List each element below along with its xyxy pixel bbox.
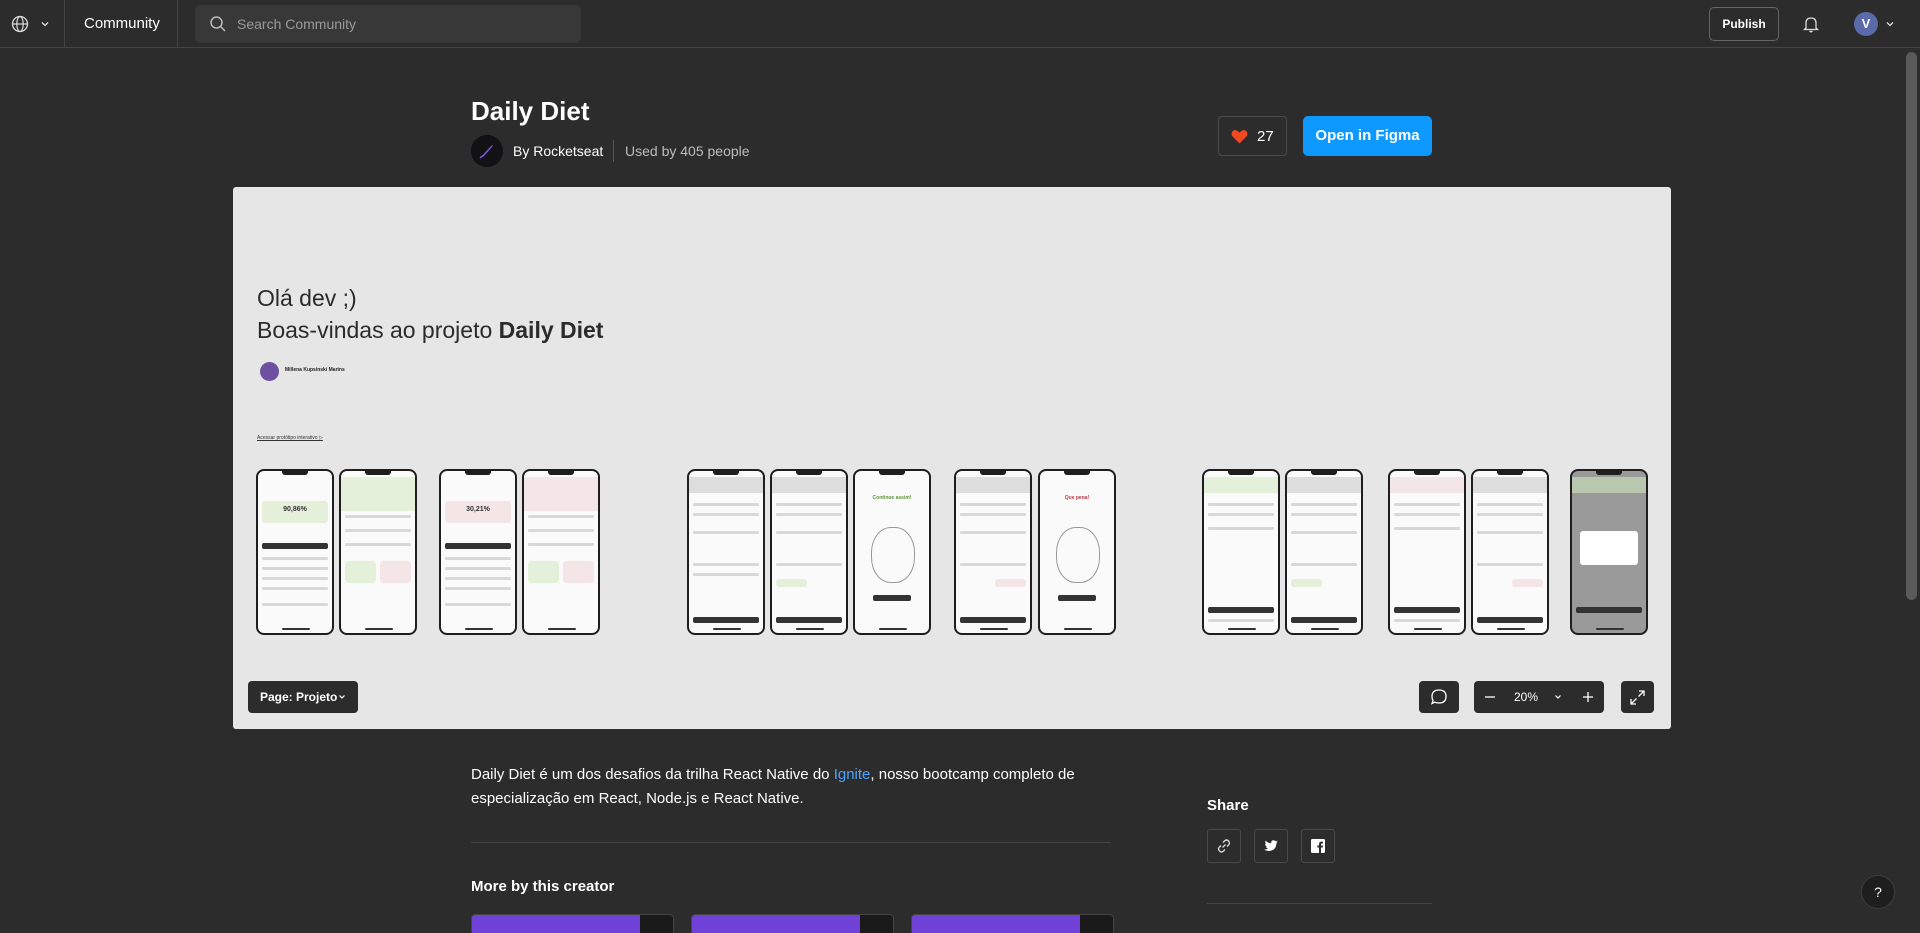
usage-count: Used by 405 people <box>625 143 750 159</box>
phone-mockup <box>954 469 1032 635</box>
file-description: Daily Diet é um dos desafios da trilha R… <box>471 763 1111 811</box>
section-divider <box>471 842 1111 843</box>
phone-mockup <box>770 469 848 635</box>
percent-card: 90,86% <box>262 501 328 523</box>
open-in-figma-button[interactable]: Open in Figma <box>1303 116 1432 156</box>
twitter-icon <box>1264 840 1278 851</box>
comment-button[interactable] <box>1419 681 1459 713</box>
copy-link-button[interactable] <box>1207 829 1241 863</box>
nav-divider <box>64 0 65 48</box>
like-button[interactable]: 27 <box>1218 116 1287 156</box>
share-twitter-button[interactable] <box>1254 829 1288 863</box>
publish-button[interactable]: Publish <box>1709 7 1779 41</box>
bell-icon[interactable] <box>1801 14 1821 34</box>
expand-icon <box>1630 690 1645 705</box>
phone-mockup: Que pena! <box>1038 469 1116 635</box>
page-selector-label: Page: Projeto <box>260 690 338 704</box>
share-title: Share <box>1207 797 1249 814</box>
creator-file-card[interactable] <box>471 914 674 933</box>
heart-icon <box>1231 130 1248 144</box>
description-text: Daily Diet é um dos desafios da trilha R… <box>471 766 834 783</box>
like-count: 27 <box>1257 128 1274 145</box>
chevron-down-icon[interactable] <box>1885 19 1895 29</box>
ignite-link[interactable]: Ignite <box>834 766 871 783</box>
page-selector-button[interactable]: Page: Projeto <box>248 681 358 713</box>
share-divider <box>1207 903 1432 904</box>
page-title: Daily Diet <box>471 96 590 126</box>
creator-file-card[interactable] <box>911 914 1114 933</box>
phone-mockup: 30,21% <box>439 469 517 635</box>
preview-welcome-bold: Daily Diet <box>498 317 604 343</box>
preview-greeting: Olá dev ;) <box>257 285 357 311</box>
chevron-down-icon[interactable] <box>40 19 50 29</box>
zoom-in-icon[interactable] <box>1572 681 1604 713</box>
creator-name[interactable]: By Rocketseat <box>513 143 603 159</box>
search-icon <box>210 16 226 32</box>
fullscreen-button[interactable] <box>1621 681 1654 713</box>
avatar[interactable]: V <box>1854 12 1878 36</box>
more-by-creator-title: More by this creator <box>471 878 615 895</box>
author-name: Millena Kupsinski Marins <box>285 367 345 373</box>
share-facebook-button[interactable] <box>1301 829 1335 863</box>
chevron-down-icon <box>339 695 345 699</box>
phone-mockup <box>687 469 765 635</box>
phone-mockup <box>522 469 600 635</box>
prototype-link: Acessar protótipo interativo ▷ <box>257 435 323 441</box>
phone-mockup <box>1388 469 1466 635</box>
phone-mockup <box>339 469 417 635</box>
phone-mockup: 90,86% <box>256 469 334 635</box>
comment-icon <box>1430 689 1447 705</box>
link-icon <box>1217 839 1231 853</box>
author-avatar <box>260 362 279 381</box>
creator-file-card[interactable] <box>691 914 894 933</box>
meta-divider <box>613 140 614 162</box>
phone-mockup <box>1570 469 1648 635</box>
search-box[interactable] <box>195 5 581 43</box>
phone-mockup: Continue assim! <box>853 469 931 635</box>
preview-welcome: Boas-vindas ao projeto Daily Diet <box>257 317 603 344</box>
phone-mockup <box>1285 469 1363 635</box>
preview-welcome-prefix: Boas-vindas ao projeto <box>257 317 499 343</box>
facebook-icon <box>1311 839 1325 853</box>
phone-mockup <box>1471 469 1549 635</box>
phone-mockup <box>1202 469 1280 635</box>
zoom-control: 20% <box>1474 681 1604 713</box>
chevron-down-icon[interactable] <box>1554 693 1562 701</box>
search-input[interactable] <box>237 5 567 43</box>
nav-divider <box>177 0 178 48</box>
file-preview[interactable]: Olá dev ;) Boas-vindas ao projeto Daily … <box>233 187 1671 729</box>
zoom-level[interactable]: 20% <box>1514 690 1538 704</box>
globe-icon[interactable] <box>10 14 30 34</box>
scrollbar-thumb[interactable] <box>1906 52 1917 600</box>
creator-logo-icon[interactable] <box>471 135 503 167</box>
zoom-out-icon[interactable] <box>1474 681 1506 713</box>
top-nav: Community Publish V <box>0 0 1920 48</box>
nav-community-link[interactable]: Community <box>84 15 160 32</box>
help-button[interactable]: ? <box>1861 875 1895 909</box>
